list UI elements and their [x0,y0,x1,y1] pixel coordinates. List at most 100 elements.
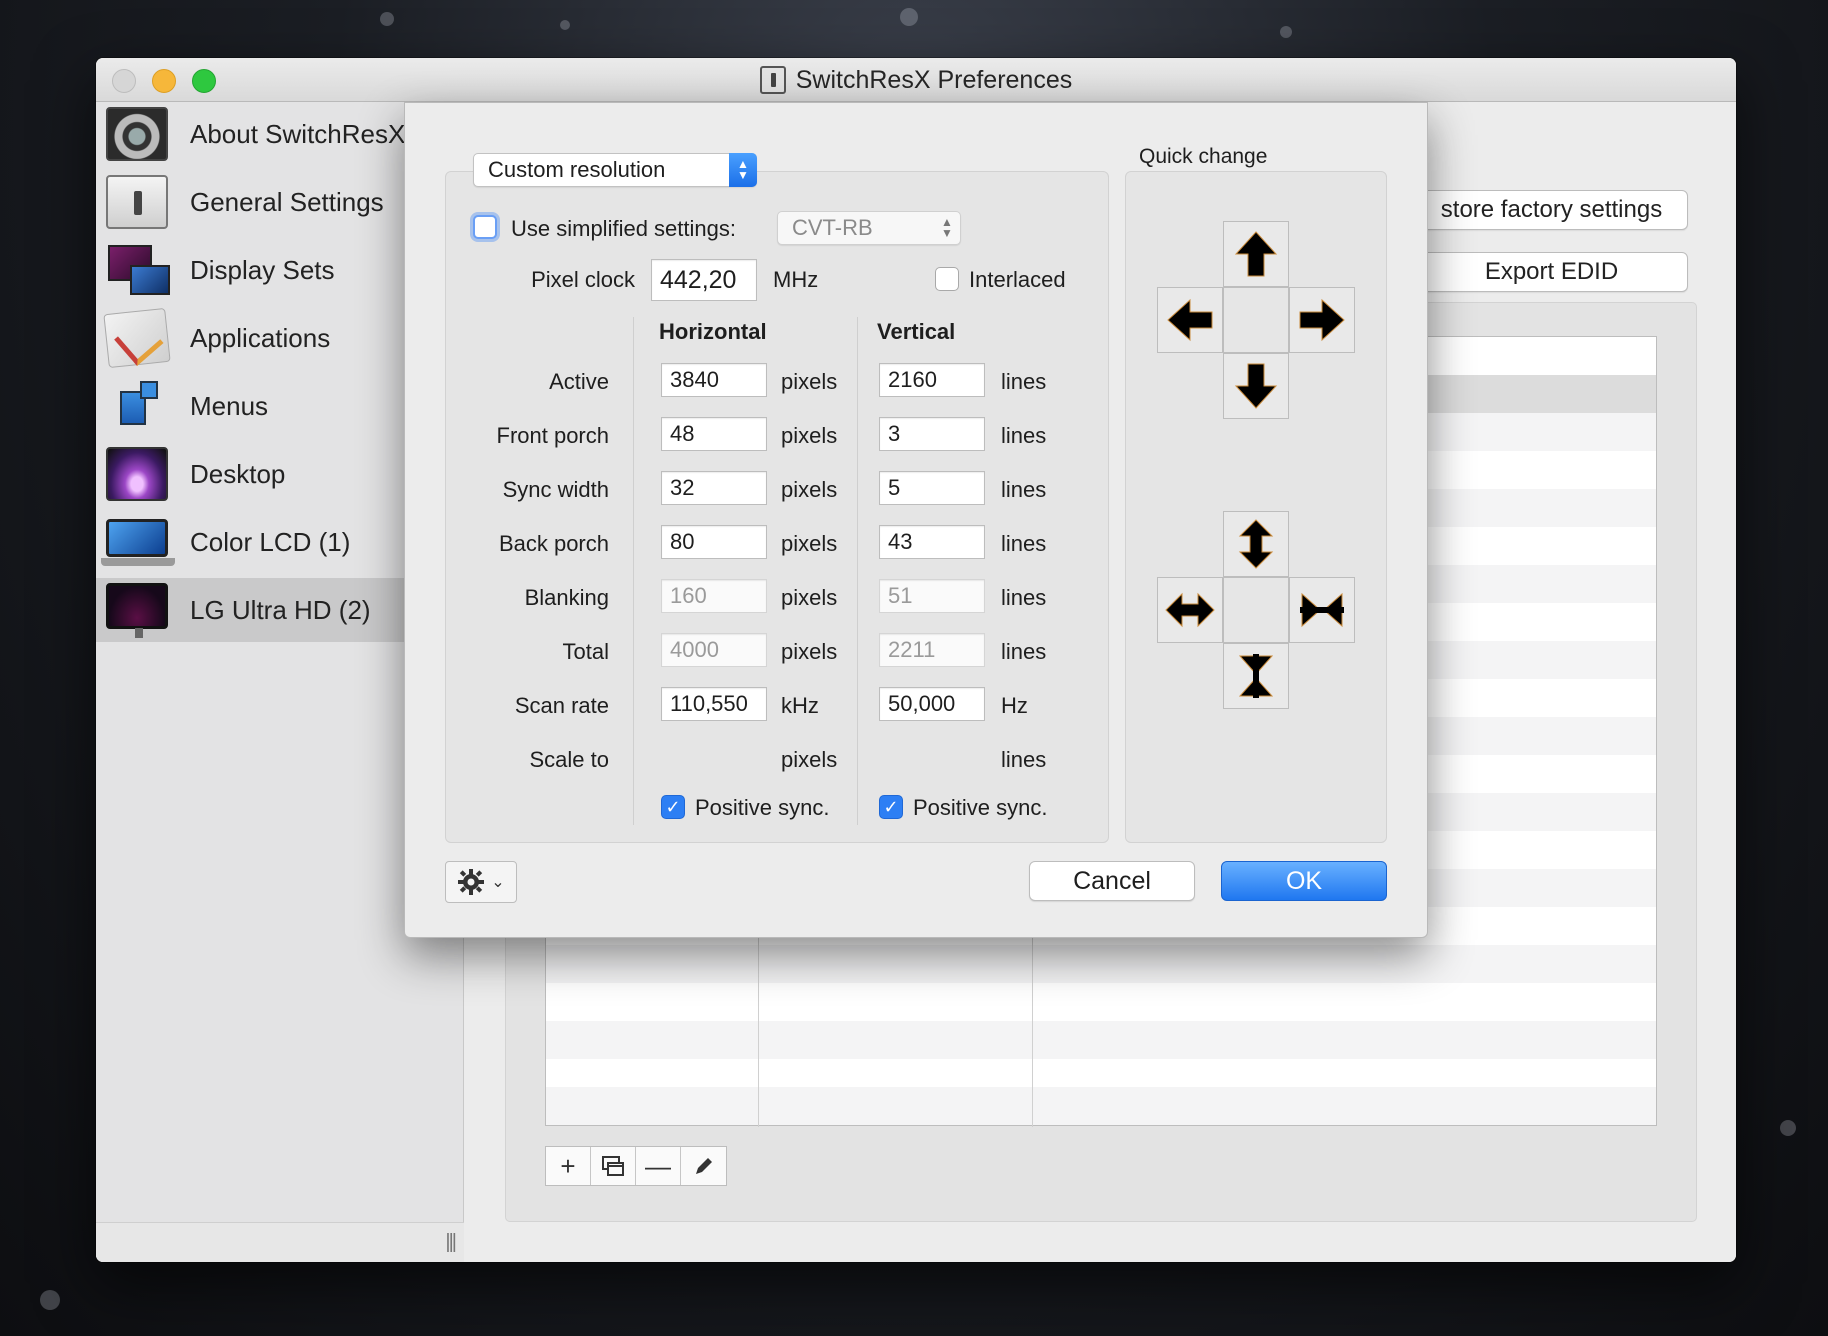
table-row[interactable] [546,1021,1656,1059]
scale-to-v-unit: lines [1001,747,1047,772]
h-front-porch-field[interactable]: 48 [661,417,767,451]
lg-ultra-hd-icon [106,583,168,638]
h-scan-rate-unit: kHz [781,693,819,718]
stretch-vertical-button[interactable] [1223,511,1289,577]
pixel-clock-label: Pixel clock [531,267,635,292]
row-label-back-porch: Back porch [498,531,609,556]
h-back-porch-field[interactable]: 80 [661,525,767,559]
pixel-clock-unit: MHz [773,267,819,292]
sidebar-item-label: General Settings [190,186,384,217]
cancel-button[interactable]: Cancel [1029,861,1195,901]
switchresx-app-icon [759,66,786,94]
sidebar-item-label: LG Ultra HD (2) [190,594,371,625]
resize-grip-icon[interactable]: ||| [445,1231,457,1254]
v-front-porch-field[interactable]: 3 [879,417,985,451]
pixel-clock-field[interactable]: 442,20 [651,259,757,301]
title-bar: SwitchResX Preferences [96,58,1736,102]
v-blanking-field: 51 [879,579,985,613]
v-active-field[interactable]: 2160 [879,363,985,397]
h-active-field[interactable]: 3840 [661,363,767,397]
row-label-sync-width: Sync width [502,477,609,502]
v-unit: lines [1001,585,1047,610]
simplified-settings-label: Use simplified settings: [511,216,736,241]
v-sync-width-field[interactable]: 5 [879,471,985,505]
export-edid-button[interactable]: Export EDID [1415,252,1688,292]
title-wrap: SwitchResX Preferences [96,58,1736,102]
interlaced-label: Interlaced [969,267,1066,292]
shrink-vertical-button[interactable] [1223,643,1289,709]
arrow-left-icon [1167,298,1213,342]
sidebar-item-label: Color LCD (1) [190,526,351,557]
h-total-field: 4000 [661,633,767,667]
interlaced-checkbox[interactable] [935,267,959,291]
column-divider [1032,937,1033,1127]
h-unit: pixels [781,369,838,394]
action-menu-button[interactable]: ⌄ [445,861,517,903]
column-separator [633,317,634,825]
move-right-button[interactable] [1289,287,1355,353]
h-unit: pixels [781,639,838,664]
remove-icon[interactable]: — [636,1147,681,1185]
v-positive-sync-label: Positive sync. [913,795,1048,820]
arrow-right-icon [1299,298,1345,342]
v-unit: lines [1001,369,1047,394]
h-sync-width-field[interactable]: 32 [661,471,767,505]
h-unit: pixels [781,477,838,502]
popup-stepper-icon: ▲ ▼ [729,153,757,187]
sidebar-item-label: Applications [190,322,331,353]
background-speck [900,8,918,26]
menus-icon [106,379,168,433]
applications-icon [103,307,171,369]
window-title: SwitchResX Preferences [795,65,1073,94]
h-positive-sync-checkbox[interactable]: ✓ [661,795,685,819]
resolution-type-value: Custom resolution [488,157,666,182]
position-center-cell [1223,287,1289,353]
arrow-up-icon [1234,231,1278,277]
arrow-down-icon [1234,363,1278,409]
v-positive-sync-checkbox[interactable]: ✓ [879,795,903,819]
add-icon[interactable]: + [546,1147,591,1185]
pencil-icon[interactable] [681,1147,726,1185]
simplified-settings-checkbox[interactable] [473,215,497,239]
move-down-button[interactable] [1223,353,1289,419]
h-unit: pixels [781,423,838,448]
gear-icon [458,869,485,895]
desktop-icon [106,447,168,501]
simplified-standard-popup[interactable]: CVT-RB ▲ ▼ [777,211,961,245]
v-back-porch-field[interactable]: 43 [879,525,985,559]
table-row[interactable] [546,1087,1656,1125]
row-label-scan-rate: Scan rate [514,693,609,718]
row-label-scale-to: Scale to [529,747,610,772]
h-blanking-field: 160 [661,579,767,613]
h-scan-rate-field[interactable]: 110,550 [661,687,767,721]
sidebar-item-label: Display Sets [190,254,335,285]
resolution-type-popup[interactable]: Custom resolution ▲ ▼ [473,153,757,187]
background-speck [1780,1120,1796,1136]
background-speck [1280,26,1292,38]
move-left-button[interactable] [1157,287,1223,353]
table-toolbar: + — [545,1146,727,1186]
ok-button[interactable]: OK [1221,861,1387,901]
vertical-header: Vertical [877,319,956,344]
sidebar-footer [96,1222,464,1262]
duplicate-icon[interactable] [591,1147,636,1185]
popup-stepper-icon: ▲ ▼ [941,215,953,240]
chevron-down-icon: ⌄ [491,874,505,891]
h-unit: pixels [781,531,838,556]
about-icon [106,107,168,161]
table-row[interactable] [546,945,1656,983]
move-up-button[interactable] [1223,221,1289,287]
expand-vertical-icon [1238,519,1274,569]
row-label-total: Total [562,639,609,664]
size-center-cell [1223,577,1289,643]
scale-to-h-unit: pixels [781,747,838,772]
v-scan-rate-field[interactable]: 50,000 [879,687,985,721]
column-divider [758,937,759,1127]
display-sets-icon [106,243,170,297]
restore-factory-settings-button[interactable]: store factory settings [1415,190,1688,230]
background-speck [380,12,394,26]
v-unit: lines [1001,639,1047,664]
simplified-standard-value: CVT-RB [792,215,873,240]
shrink-horizontal-button[interactable] [1289,577,1355,643]
stretch-horizontal-button[interactable] [1157,577,1223,643]
